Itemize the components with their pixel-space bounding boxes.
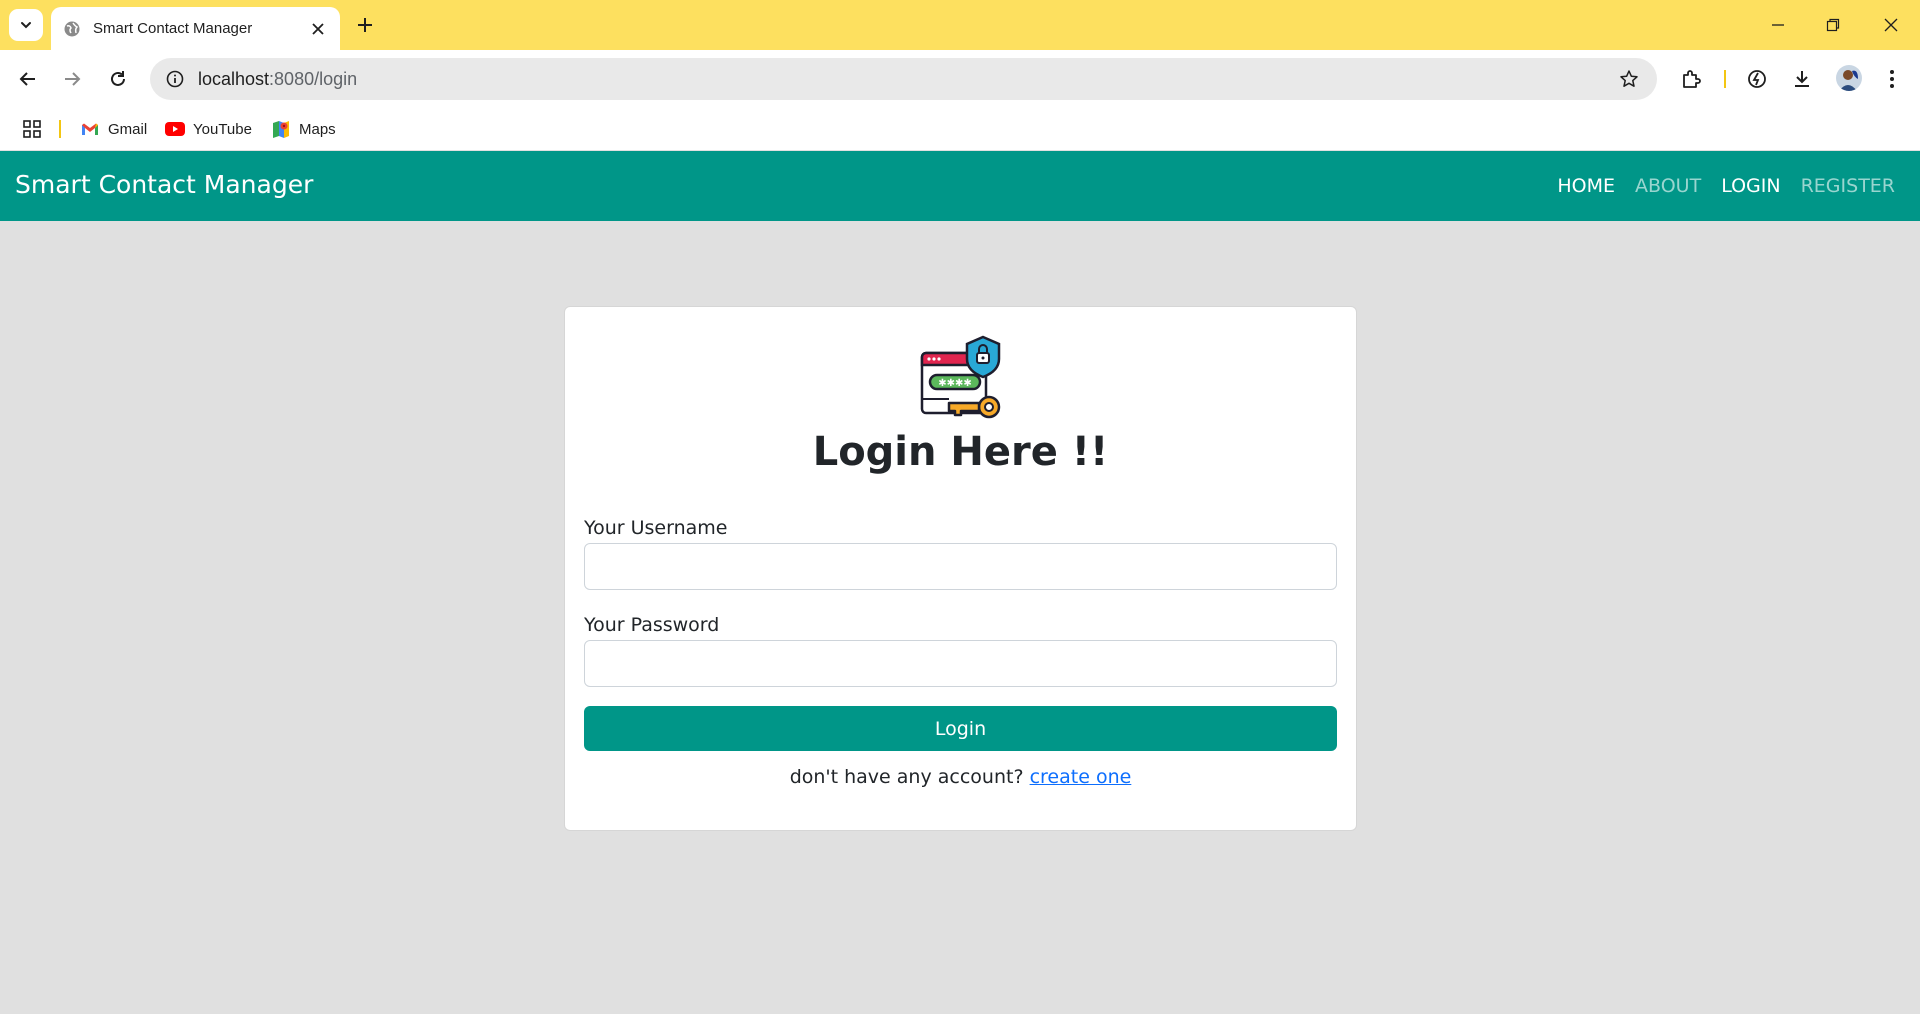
reload-button[interactable]: [101, 62, 135, 96]
bookmark-label: Maps: [299, 120, 336, 138]
bookmark-youtube[interactable]: YouTube: [165, 118, 252, 140]
login-security-icon: ✱✱✱✱: [919, 335, 1003, 423]
performance-icon[interactable]: [1741, 63, 1773, 95]
svg-text:✱✱✱✱: ✱✱✱✱: [938, 378, 972, 389]
plus-icon: [358, 18, 372, 32]
login-button[interactable]: Login: [584, 706, 1337, 751]
youtube-icon: [165, 119, 185, 139]
bookmarks-divider: [59, 120, 61, 138]
star-icon[interactable]: [1617, 67, 1641, 91]
bookmark-gmail[interactable]: Gmail: [80, 118, 147, 140]
browser-tab[interactable]: Smart Contact Manager: [51, 7, 340, 50]
apps-grid-icon[interactable]: [20, 117, 44, 141]
brand-link[interactable]: Smart Contact Manager: [15, 170, 313, 199]
url-text: localhost:8080/login: [198, 68, 358, 89]
username-input[interactable]: [584, 543, 1337, 590]
reload-icon: [111, 71, 125, 86]
nav-link-register[interactable]: REGISTER: [1801, 175, 1895, 197]
globe-icon: [63, 20, 81, 38]
close-icon: [1884, 18, 1898, 32]
arrow-right-icon: [65, 72, 81, 86]
maps-icon: [271, 119, 291, 139]
restore-button[interactable]: [1815, 10, 1851, 40]
password-input[interactable]: [584, 640, 1337, 687]
username-label: Your Username: [584, 517, 728, 539]
back-button[interactable]: [11, 62, 45, 96]
extensions-icon[interactable]: [1675, 63, 1707, 95]
password-label: Your Password: [584, 614, 720, 636]
nav-link-login[interactable]: LOGIN: [1721, 175, 1780, 197]
nav-links: HOME ABOUT LOGIN REGISTER: [1557, 175, 1895, 197]
signup-text: don't have any account?: [789, 766, 1024, 788]
nav-link-home[interactable]: HOME: [1557, 175, 1615, 197]
new-tab-button[interactable]: [352, 12, 378, 38]
app-navbar: Smart Contact Manager HOME ABOUT LOGIN R…: [0, 151, 1920, 221]
signup-prompt: don't have any account? create one: [565, 766, 1356, 788]
nav-link-about[interactable]: ABOUT: [1635, 175, 1701, 197]
close-icon[interactable]: [308, 19, 328, 39]
download-icon[interactable]: [1786, 63, 1818, 95]
login-card: ✱✱✱✱ Login Here !! Your Username Your Pa…: [564, 306, 1357, 831]
profile-avatar[interactable]: [1836, 65, 1862, 91]
minimize-icon: [1772, 24, 1784, 26]
bookmark-maps[interactable]: Maps: [271, 118, 336, 140]
browser-tab-strip: Smart Contact Manager: [0, 0, 1920, 50]
bookmarks-bar: Gmail YouTube Maps: [0, 108, 1920, 150]
arrow-left-icon: [19, 72, 35, 86]
gmail-icon: [80, 119, 100, 139]
menu-kebab-icon[interactable]: [1876, 63, 1908, 95]
page-title: Login Here !!: [812, 429, 1109, 475]
minimize-button[interactable]: [1760, 10, 1796, 40]
browser-toolbar: localhost:8080/login: [0, 50, 1920, 108]
tab-search-button[interactable]: [9, 9, 43, 41]
site-info-icon[interactable]: [162, 66, 188, 92]
tab-title: Smart Contact Manager: [93, 20, 253, 37]
forward-button[interactable]: [55, 62, 89, 96]
create-account-link[interactable]: create one: [1030, 766, 1132, 788]
toolbar-divider: [1724, 70, 1726, 88]
restore-icon: [1826, 18, 1840, 32]
bookmark-label: Gmail: [108, 120, 148, 138]
address-bar[interactable]: localhost:8080/login: [150, 58, 1657, 100]
chevron-down-icon: [21, 22, 31, 29]
close-window-button[interactable]: [1873, 10, 1909, 40]
bookmark-label: YouTube: [193, 120, 252, 138]
